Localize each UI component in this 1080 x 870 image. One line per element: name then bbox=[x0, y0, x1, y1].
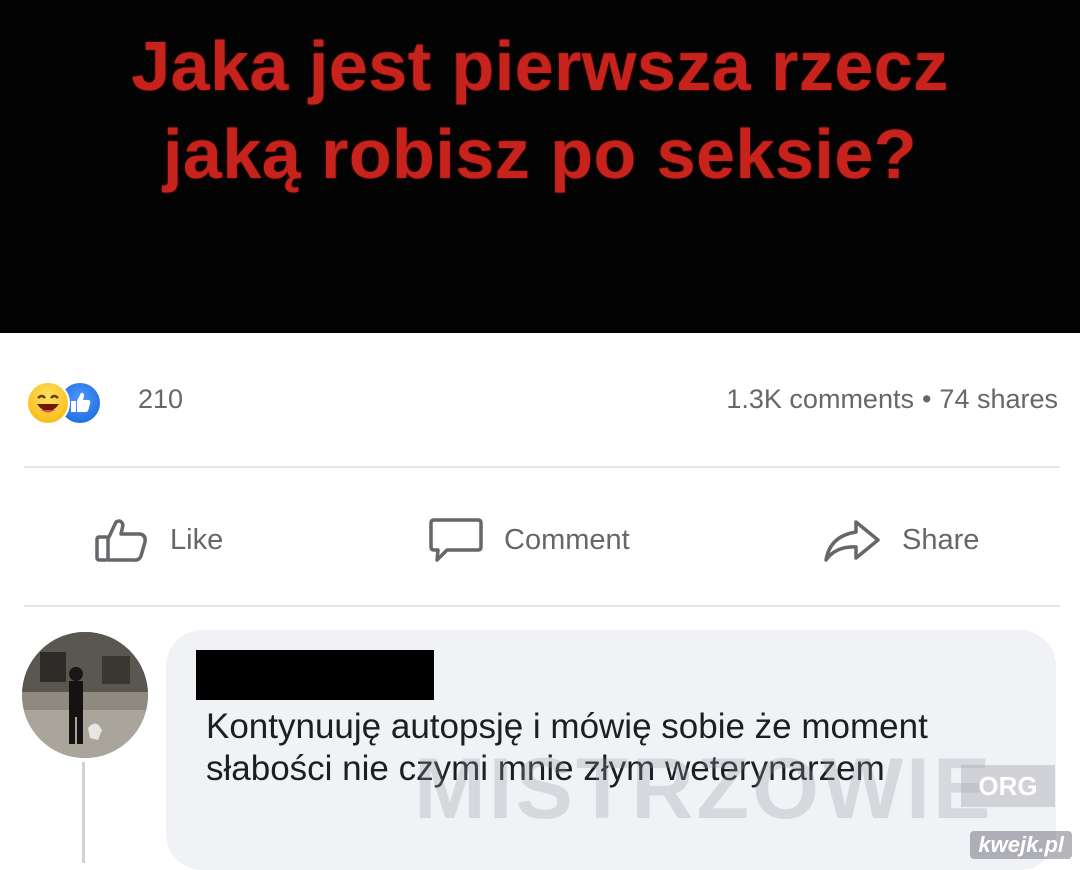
separator-dot: • bbox=[921, 384, 932, 414]
post-title-line-1: Jaka jest pierwsza rzecz bbox=[131, 27, 949, 105]
reaction-count[interactable]: 210 bbox=[138, 384, 183, 415]
divider bbox=[24, 466, 1060, 468]
avatar[interactable] bbox=[22, 632, 148, 758]
comment-label: Comment bbox=[504, 523, 630, 556]
divider bbox=[24, 605, 1060, 607]
like-button[interactable]: Like bbox=[94, 510, 223, 570]
engagement-counts: 1.3K comments • 74 shares bbox=[726, 384, 1058, 415]
post-stats: 210 1.3K comments • 74 shares bbox=[0, 367, 1080, 437]
share-label: Share bbox=[902, 523, 980, 556]
post-title: Jaka jest pierwsza rzecz jaką robisz po … bbox=[0, 22, 1080, 198]
haha-reaction-icon bbox=[26, 381, 70, 425]
share-button[interactable]: Share bbox=[822, 510, 979, 570]
redacted-author-name bbox=[196, 650, 434, 700]
like-label: Like bbox=[170, 523, 224, 556]
thread-line bbox=[82, 762, 85, 863]
comment-text: Kontynuuję autopsję i mówię sobie że mom… bbox=[206, 707, 928, 788]
shares-count[interactable]: 74 shares bbox=[939, 384, 1058, 414]
post-image: Jaka jest pierwsza rzecz jaką robisz po … bbox=[0, 0, 1080, 333]
comment-bubble-icon bbox=[429, 518, 483, 562]
avatar-photo bbox=[22, 632, 148, 758]
org-watermark: ORG bbox=[961, 765, 1055, 807]
share-arrow-icon bbox=[824, 520, 880, 562]
kwejk-watermark: kwejk.pl bbox=[970, 831, 1072, 859]
post-title-line-2: jaką robisz po seksie? bbox=[162, 115, 918, 193]
post-actions: Like Comment Share bbox=[0, 490, 1080, 590]
comment-button[interactable]: Comment bbox=[428, 510, 630, 570]
comment-bubble: Kontynuuję autopsję i mówię sobie że mom… bbox=[166, 630, 1056, 870]
thumbs-up-icon bbox=[95, 519, 147, 562]
comment: Kontynuuję autopsję i mówię sobie że mom… bbox=[0, 622, 1080, 870]
comments-count[interactable]: 1.3K comments bbox=[726, 384, 914, 414]
